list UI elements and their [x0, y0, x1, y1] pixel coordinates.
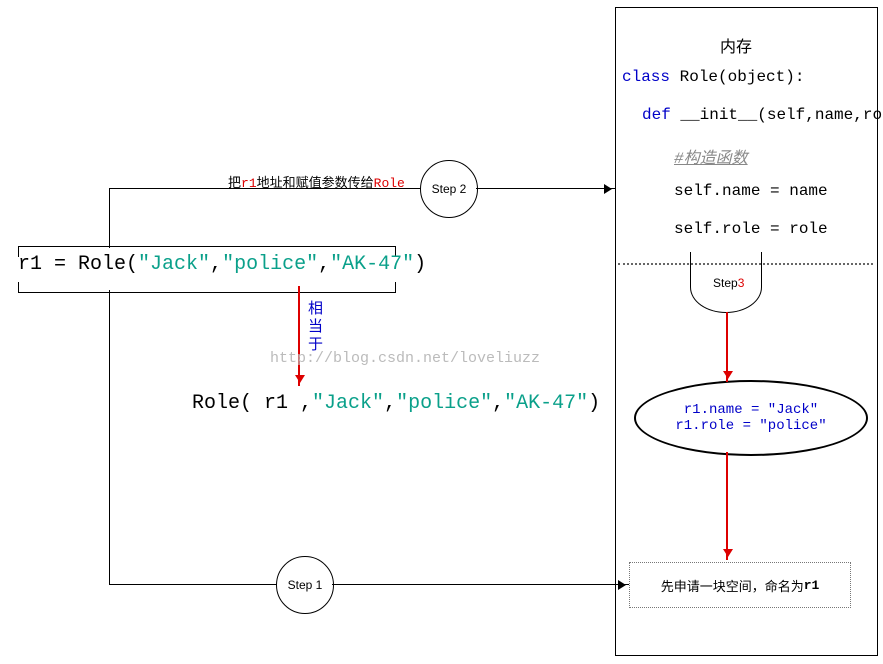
dotted-r1: r1	[804, 578, 820, 593]
self1: self.	[674, 182, 722, 200]
step3-num: 3	[738, 276, 745, 290]
step2-circle: Step 2	[420, 160, 478, 218]
red-arrow-ellipse-to-dotted	[726, 452, 728, 560]
assign-arg3: "AK-47"	[330, 253, 414, 276]
exp-arg2: "police"	[396, 392, 492, 415]
s2-mid: 地址和赋值参数传给	[257, 175, 374, 190]
connector-step1-h2	[332, 584, 629, 585]
red-arrow-step3-to-ellipse	[726, 312, 728, 382]
assign-close: )	[414, 253, 426, 276]
dotted-pre: 先申请一块空间，命名为	[661, 576, 804, 595]
connector-step1-down	[109, 290, 110, 584]
exp-head: Role(	[192, 392, 264, 415]
space-allocation-box: 先申请一块空间，命名为r1	[629, 562, 851, 608]
assign2: role = role	[722, 220, 828, 238]
code-def-line: def __init__(self,name,role,	[642, 106, 883, 124]
s2-pre: 把	[228, 175, 241, 190]
exp-arg3: "AK-47"	[504, 392, 588, 415]
assign-arg1: "Jack"	[138, 253, 210, 276]
code-assign-1: self.name = name	[674, 182, 828, 200]
exp-r1: r1	[264, 392, 288, 415]
code-class-line: class Role(object):	[622, 68, 804, 86]
s2-role: Role	[374, 176, 405, 191]
diagram-canvas: 内存 class Role(object): def __init__(self…	[0, 0, 883, 664]
expanded-call: Role( r1 ,"Jack","police","AK-47")	[192, 392, 600, 415]
bracket-bottom	[18, 282, 396, 293]
memory-title: 内存	[720, 33, 752, 57]
class-name: Role	[670, 68, 718, 86]
self2: self.	[674, 220, 722, 238]
exp-arg1: "Jack"	[312, 392, 384, 415]
result-ellipse: r1.name = "Jack" r1.role = "police"	[634, 380, 868, 456]
step1-label: Step 1	[288, 578, 323, 592]
init-args: (self,name,role,	[757, 106, 883, 124]
step2-caption: 把r1地址和赋值参数传给Role	[228, 172, 405, 191]
equivalence-arrow	[298, 286, 300, 386]
code-comment: #构造函数	[674, 144, 748, 168]
class-paren: (object):	[718, 68, 804, 86]
connector-step2-up	[109, 188, 110, 248]
kw-def: def	[642, 106, 671, 124]
step3-label: Step3	[713, 276, 744, 290]
connector-step2-h2	[476, 188, 615, 189]
ellipse-line2: r1.role = "police"	[675, 418, 826, 434]
assign1: name = name	[722, 182, 828, 200]
assign-sep1: ,	[210, 253, 222, 276]
init-name: __init__	[671, 106, 757, 124]
equivalence-label: 相当于	[308, 300, 326, 354]
memory-box	[615, 7, 878, 656]
ellipse-line1: r1.name = "Jack"	[684, 402, 818, 418]
connector-step1-h1	[109, 584, 277, 585]
exp-sep2: ,	[492, 392, 504, 415]
code-assign-2: self.role = role	[674, 220, 828, 238]
step3-text: Step	[713, 276, 738, 290]
exp-sep1: ,	[384, 392, 396, 415]
exp-rest1: ,	[288, 392, 312, 415]
assign-sep2: ,	[318, 253, 330, 276]
assign-lhs: r1 = Role(	[18, 253, 138, 276]
exp-close: )	[588, 392, 600, 415]
kw-class: class	[622, 68, 670, 86]
step2-label: Step 2	[432, 182, 467, 196]
assignment-expression: r1 = Role("Jack","police","AK-47")	[18, 253, 426, 276]
watermark: http://blog.csdn.net/loveliuzz	[270, 350, 540, 367]
s2-r1: r1	[241, 176, 257, 191]
assign-arg2: "police"	[222, 253, 318, 276]
step1-circle: Step 1	[276, 556, 334, 614]
